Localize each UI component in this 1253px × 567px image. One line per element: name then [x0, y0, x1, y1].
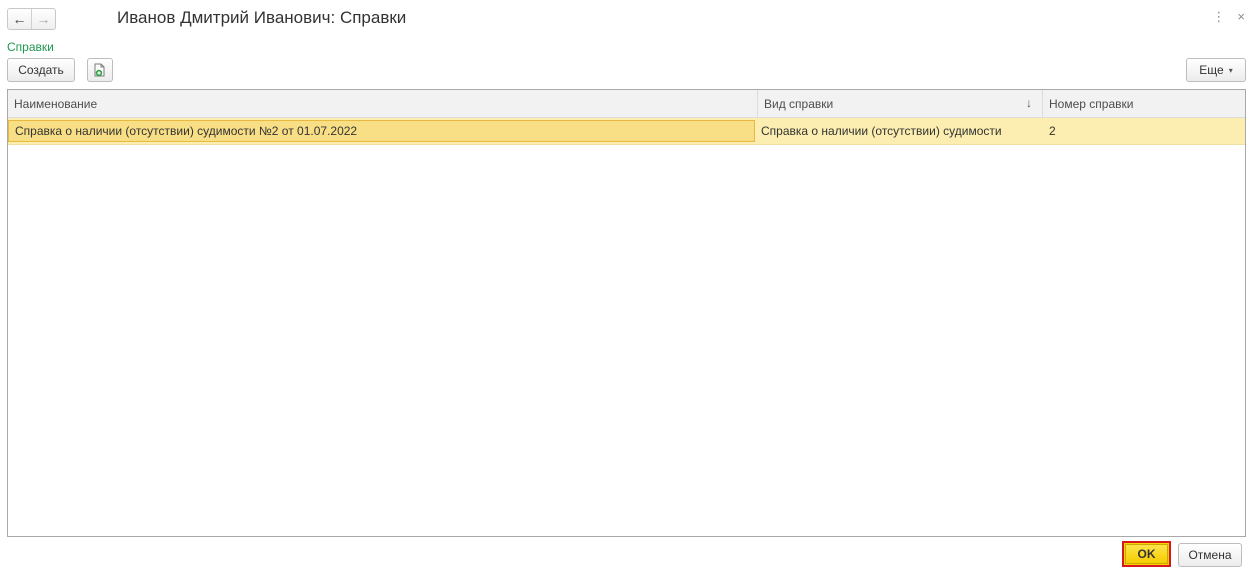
forward-arrow-icon[interactable]: → — [32, 9, 55, 29]
section-link-spravki[interactable]: Справки — [7, 40, 54, 54]
ok-button[interactable]: OK — [1122, 541, 1171, 567]
column-header-name[interactable]: Наименование — [8, 90, 758, 117]
copy-document-icon — [94, 63, 105, 76]
cell-number[interactable]: 2 — [1040, 118, 1245, 144]
cell-name[interactable]: Справка о наличии (отсутствии) судимости… — [8, 120, 755, 142]
more-menu-icon[interactable]: ⋮ — [1212, 9, 1225, 25]
sort-descending-icon: ↓ — [1026, 96, 1032, 110]
column-header-type-label: Вид справки — [764, 96, 834, 111]
create-button[interactable]: Создать — [7, 58, 75, 82]
dialog-window: ← → Иванов Дмитрий Иванович: Справки ⋮ ×… — [0, 0, 1253, 567]
ok-button-label: OK — [1125, 544, 1168, 564]
chevron-down-icon: ▾ — [1228, 65, 1233, 75]
cell-type[interactable]: Справка о наличии (отсутствии) судимости — [755, 118, 1040, 144]
back-arrow-icon[interactable]: ← — [8, 9, 32, 29]
more-button-label: Еще — [1199, 63, 1224, 77]
navigation-buttons: ← → — [7, 8, 56, 30]
table-row[interactable]: Справка о наличии (отсутствии) судимости… — [8, 118, 1245, 145]
copy-button[interactable] — [87, 58, 113, 82]
window-actions: ⋮ × — [1212, 9, 1245, 25]
certificates-table[interactable]: Наименование Вид справки ↓ Номер справки… — [7, 89, 1246, 537]
more-button[interactable]: Еще ▾ — [1186, 58, 1246, 82]
close-icon[interactable]: × — [1237, 9, 1245, 25]
cancel-button[interactable]: Отмена — [1178, 543, 1242, 567]
column-header-number[interactable]: Номер справки — [1043, 90, 1245, 117]
column-header-type[interactable]: Вид справки ↓ — [758, 90, 1043, 117]
page-title: Иванов Дмитрий Иванович: Справки — [117, 8, 407, 27]
table-header: Наименование Вид справки ↓ Номер справки — [8, 90, 1245, 118]
